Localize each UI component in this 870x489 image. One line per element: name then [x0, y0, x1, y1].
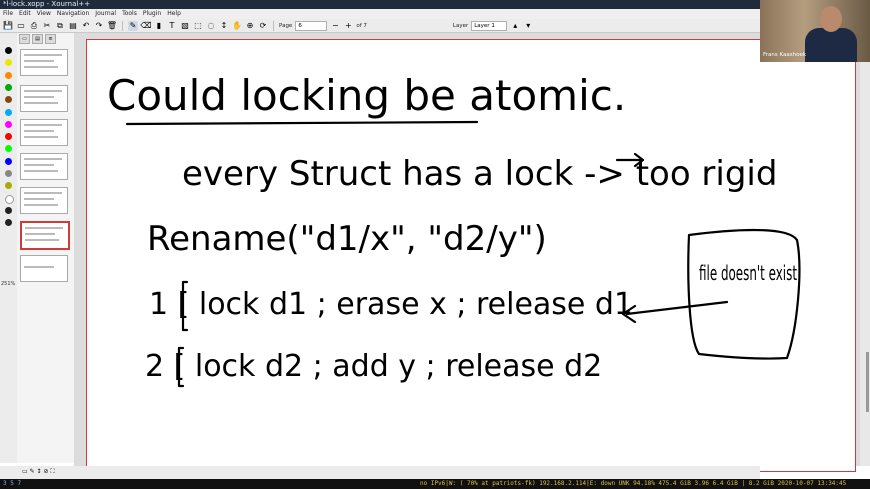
image-tool-icon[interactable]: ▧: [180, 21, 190, 31]
paste-icon[interactable]: ▤: [68, 21, 78, 31]
page-label: Page: [279, 22, 293, 29]
cut-icon[interactable]: ✂: [42, 21, 52, 31]
note-line-3: Rename("d1/x", "d2/y"): [147, 219, 547, 259]
layer-actions-icon[interactable]: ▭ ✎ ↕ ⊘ ⛶: [22, 468, 55, 476]
page-increment-icon[interactable]: +: [343, 21, 353, 31]
color-swatch[interactable]: [5, 83, 12, 91]
document-canvas[interactable]: Could locking be atomic. every Struct ha…: [74, 33, 860, 472]
refresh-icon[interactable]: ⟳: [258, 21, 268, 31]
zoom-level: 251%: [1, 281, 16, 287]
page-thumbnail-7[interactable]: [20, 255, 68, 282]
menu-edit[interactable]: Edit: [19, 9, 31, 19]
status-text: no IPv6|W: ( 70% at patriots-fk) 192.168…: [420, 480, 847, 487]
webcam-person-head: [820, 6, 842, 32]
note-line-1: Could locking be atomic.: [107, 71, 626, 120]
menu-tools[interactable]: Tools: [122, 9, 137, 19]
note-line-4: 1 [ lock d1 ; erase x ; release d1: [149, 287, 633, 322]
menu-file[interactable]: File: [3, 9, 13, 19]
new-page-icon[interactable]: ▭: [16, 21, 26, 31]
color-swatch[interactable]: [5, 59, 12, 67]
note-line-5: 2 [ lock d2 ; add y ; release d2: [145, 349, 602, 384]
toolbar-separator: [273, 20, 274, 31]
layer-up-icon[interactable]: ▴: [510, 21, 520, 31]
page-thumbnail-5[interactable]: [20, 187, 68, 214]
toolbar: 💾 ▭ ⎙ ✂ ⧉ ▤ ↶ ↷ 🗑 ✎ ⌫ ▮ T ▧ ⬚ ◌ ↕ ✋ ⊕ ⟳ …: [0, 19, 760, 33]
color-swatch[interactable]: [5, 145, 12, 153]
highlighter-icon[interactable]: ▮: [154, 21, 164, 31]
vertical-space-icon[interactable]: ↕: [219, 21, 229, 31]
color-swatch[interactable]: [5, 170, 12, 177]
menu-journal[interactable]: Journal: [95, 9, 116, 19]
handwritten-notes: Could locking be atomic. every Struct ha…: [107, 71, 801, 388]
outline-view-icon[interactable]: ≡: [45, 34, 56, 44]
note-line-2: every Struct has a lock -> too rigid: [182, 154, 777, 194]
zoom-in-icon[interactable]: ⊕: [245, 21, 255, 31]
webcam-name-label: Frans Kaashoek: [763, 52, 807, 58]
eraser-icon[interactable]: ⌫: [140, 21, 151, 31]
color-swatch[interactable]: [5, 133, 12, 141]
delete-icon[interactable]: 🗑: [107, 21, 117, 31]
page-thumbnail-4[interactable]: [20, 153, 68, 180]
copy-icon[interactable]: ⧉: [55, 21, 65, 31]
thumbnail-view-switch: ▭ ▤ ≡: [19, 34, 56, 44]
redo-icon[interactable]: ↷: [94, 21, 104, 31]
color-swatch[interactable]: [5, 108, 12, 116]
menu-plugin[interactable]: Plugin: [143, 9, 161, 19]
page-count: of 7: [356, 22, 367, 29]
page-thumbnail-6[interactable]: [20, 221, 70, 250]
color-swatch[interactable]: [5, 206, 12, 214]
workspace-indicator[interactable]: 3 5 7: [0, 480, 21, 487]
layers-view-icon[interactable]: ▤: [32, 34, 43, 44]
page-thumbnails: ▭ ▤ ≡ 251%: [1, 33, 75, 463]
page-number-field[interactable]: 6: [295, 20, 328, 31]
document-page[interactable]: Could locking be atomic. every Struct ha…: [86, 39, 856, 472]
note-box-text: file doesn't exist: [699, 261, 797, 285]
color-swatch[interactable]: [5, 47, 12, 54]
system-statusbar: 3 5 7 no IPv6|W: ( 70% at patriots-fk) 1…: [0, 479, 870, 489]
color-swatch[interactable]: [5, 194, 14, 204]
toolbar-separator: [122, 20, 123, 31]
page-thumbnail-2[interactable]: [20, 85, 68, 112]
color-swatch[interactable]: [5, 219, 12, 227]
webcam-overlay: Frans Kaashoek: [760, 0, 870, 62]
layer-down-icon[interactable]: ▾: [523, 21, 533, 31]
select-region-icon[interactable]: ◌: [206, 21, 216, 31]
hand-tool-icon[interactable]: ✋: [232, 21, 242, 31]
color-swatch[interactable]: [5, 182, 12, 190]
bottom-toolbar: ▭ ✎ ↕ ⊘ ⛶: [0, 466, 760, 479]
page-decrement-icon[interactable]: −: [330, 21, 340, 31]
window-title: *l-lock.xopp - Xournal++: [0, 0, 760, 9]
text-tool-icon[interactable]: T: [167, 21, 177, 31]
scrollbar-thumb[interactable]: [866, 352, 869, 412]
page-thumbnail-1[interactable]: [20, 49, 68, 76]
layer-label: Layer: [452, 22, 469, 29]
color-swatch[interactable]: [5, 71, 12, 79]
color-swatch[interactable]: [5, 157, 12, 165]
thumbnail-view-icon[interactable]: ▭: [19, 34, 30, 44]
color-swatch[interactable]: [5, 96, 12, 104]
page-thumbnail-3[interactable]: [20, 119, 68, 146]
undo-icon[interactable]: ↶: [81, 21, 91, 31]
webcam-person-body: [805, 28, 857, 62]
menu-navigation[interactable]: Navigation: [57, 9, 89, 19]
color-swatch[interactable]: [5, 120, 12, 128]
pen-tool-icon[interactable]: ✎: [128, 20, 138, 31]
menu-help[interactable]: Help: [167, 9, 181, 19]
color-palette: [0, 33, 17, 463]
print-icon[interactable]: ⎙: [29, 21, 39, 31]
save-icon[interactable]: 💾: [3, 21, 13, 31]
menu-view[interactable]: View: [37, 9, 51, 19]
select-rect-icon[interactable]: ⬚: [193, 21, 203, 31]
menubar: File Edit View Navigation Journal Tools …: [0, 9, 760, 19]
layer-select[interactable]: Layer 1: [471, 20, 508, 31]
